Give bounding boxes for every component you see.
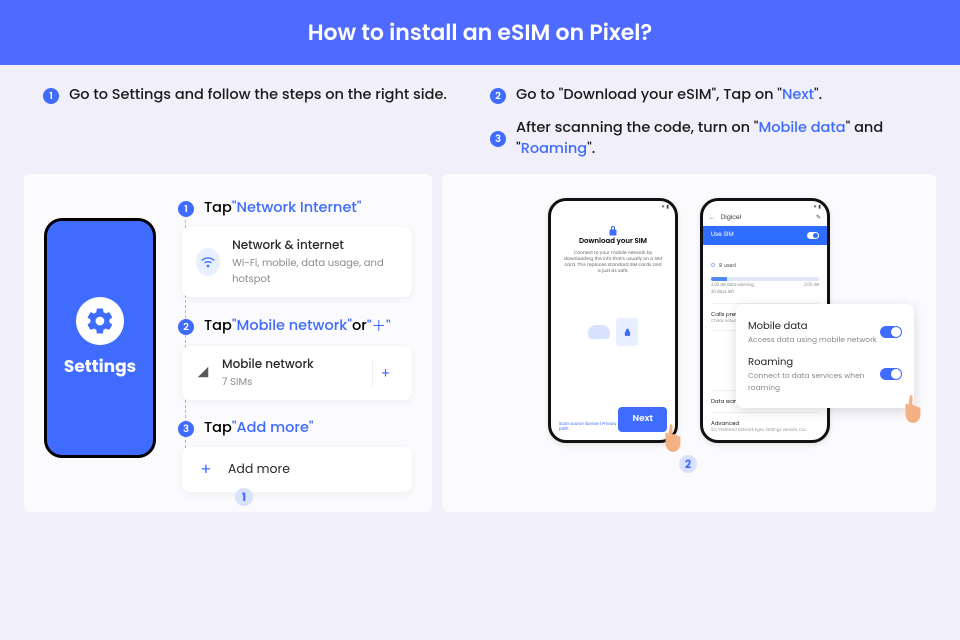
card-subtitle: 7 SIMs: [222, 374, 314, 390]
carrier-name: Digicel: [721, 214, 741, 223]
plus-icon: +: [196, 457, 216, 482]
card-title: Mobile network: [222, 356, 314, 374]
intro-step-2-text: Go to "Download your eSIM", Tap on "Next…: [516, 85, 822, 106]
opt-advanced[interactable]: Advanced 5G, Preferred network type, Set…: [711, 412, 819, 439]
next-button[interactable]: Next: [618, 407, 667, 432]
wifi-icon: [196, 248, 220, 276]
roaming-toggle[interactable]: [880, 368, 902, 380]
step-badge-3: 3: [490, 131, 506, 147]
cloud-icon: [588, 325, 610, 339]
step-badge-1: 1: [43, 88, 59, 104]
sim-icon: [616, 318, 638, 346]
download-title: Download your SIM: [559, 237, 667, 247]
page-title: How to install an eSIM on Pixel?: [308, 16, 653, 49]
panel-step-badge-2: 2: [679, 455, 697, 473]
instruction-1: 1 Tap "Network Internet" Network & inter…: [178, 198, 412, 297]
panel-phone-screens: ·▾▮ Download your SIM Connect to your mo…: [442, 174, 936, 512]
mobile-data-toggle[interactable]: [880, 326, 902, 338]
popup-roaming[interactable]: Roaming Connect to data services when ro…: [748, 350, 902, 398]
intro-section: 1 Go to Settings and follow the steps on…: [0, 65, 960, 174]
settings-label: Settings: [64, 353, 136, 379]
card-subtitle: Wi-Fi, mobile, data usage, and hotspot: [232, 255, 398, 287]
panel-step-badge-1: 1: [235, 488, 253, 506]
status-bar: ·▾▮: [551, 201, 675, 211]
gear-icon: [76, 297, 124, 345]
signal-icon: [196, 361, 210, 386]
intro-step-1: 1 Go to Settings and follow the steps on…: [43, 85, 447, 106]
use-sim-toggle[interactable]: [807, 232, 819, 239]
panels: Settings 1 Tap "Network Internet" Networ…: [0, 174, 960, 512]
instruction-3: 3 Tap "Add more" + Add more: [178, 418, 412, 492]
status-bar: ·▾▮: [703, 201, 827, 211]
card-add-more[interactable]: + Add more: [182, 447, 412, 492]
page-header: How to install an eSIM on Pixel?: [0, 0, 960, 65]
carrier-bar: ← Digicel ✎: [703, 211, 827, 226]
inst3-badge: 3: [178, 421, 194, 437]
footer-links[interactable]: Scan source license | Privacy path: [559, 422, 618, 432]
card-title: Add more: [228, 461, 290, 479]
intro-step-3: 3 After scanning the code, turn on "Mobi…: [490, 118, 930, 160]
intro-step-1-text: Go to Settings and follow the steps on t…: [69, 85, 447, 106]
panel-settings-steps: Settings 1 Tap "Network Internet" Networ…: [24, 174, 432, 512]
lock-icon: [607, 219, 619, 231]
toggle-popup: Mobile data Access data using mobile net…: [736, 304, 914, 408]
intro-step-3-text: After scanning the code, turn on "Mobile…: [516, 118, 930, 160]
usage-bar: [711, 277, 819, 281]
back-arrow-icon[interactable]: ←: [709, 214, 715, 223]
download-desc: Connect to your mobile network by downlo…: [559, 250, 667, 273]
instruction-2: 2 Tap "Mobile network" or "＋" Mobile net…: [178, 315, 412, 400]
pencil-icon[interactable]: ✎: [816, 214, 821, 223]
plus-icon[interactable]: +: [372, 360, 398, 386]
popup-mobile-data[interactable]: Mobile data Access data using mobile net…: [748, 314, 902, 350]
use-sim-row[interactable]: Use SIM: [703, 226, 827, 245]
instruction-list: 1 Tap "Network Internet" Network & inter…: [178, 198, 412, 492]
phone-download-sim: ·▾▮ Download your SIM Connect to your mo…: [548, 198, 678, 443]
download-illustration: [559, 297, 667, 367]
step-badge-2: 2: [490, 88, 506, 104]
data-usage: O B used 2.00 GB data warning 2.00 GB 30…: [703, 245, 827, 303]
intro-step-2: 2 Go to "Download your eSIM", Tap on "Ne…: [490, 85, 930, 106]
inst1-badge: 1: [178, 201, 194, 217]
phone-settings-mock: Settings: [44, 218, 156, 458]
card-network-internet[interactable]: Network & internet Wi-Fi, mobile, data u…: [182, 227, 412, 297]
card-mobile-network[interactable]: Mobile network 7 SIMs +: [182, 346, 412, 400]
card-title: Network & internet: [232, 237, 398, 255]
inst2-badge: 2: [178, 319, 194, 335]
